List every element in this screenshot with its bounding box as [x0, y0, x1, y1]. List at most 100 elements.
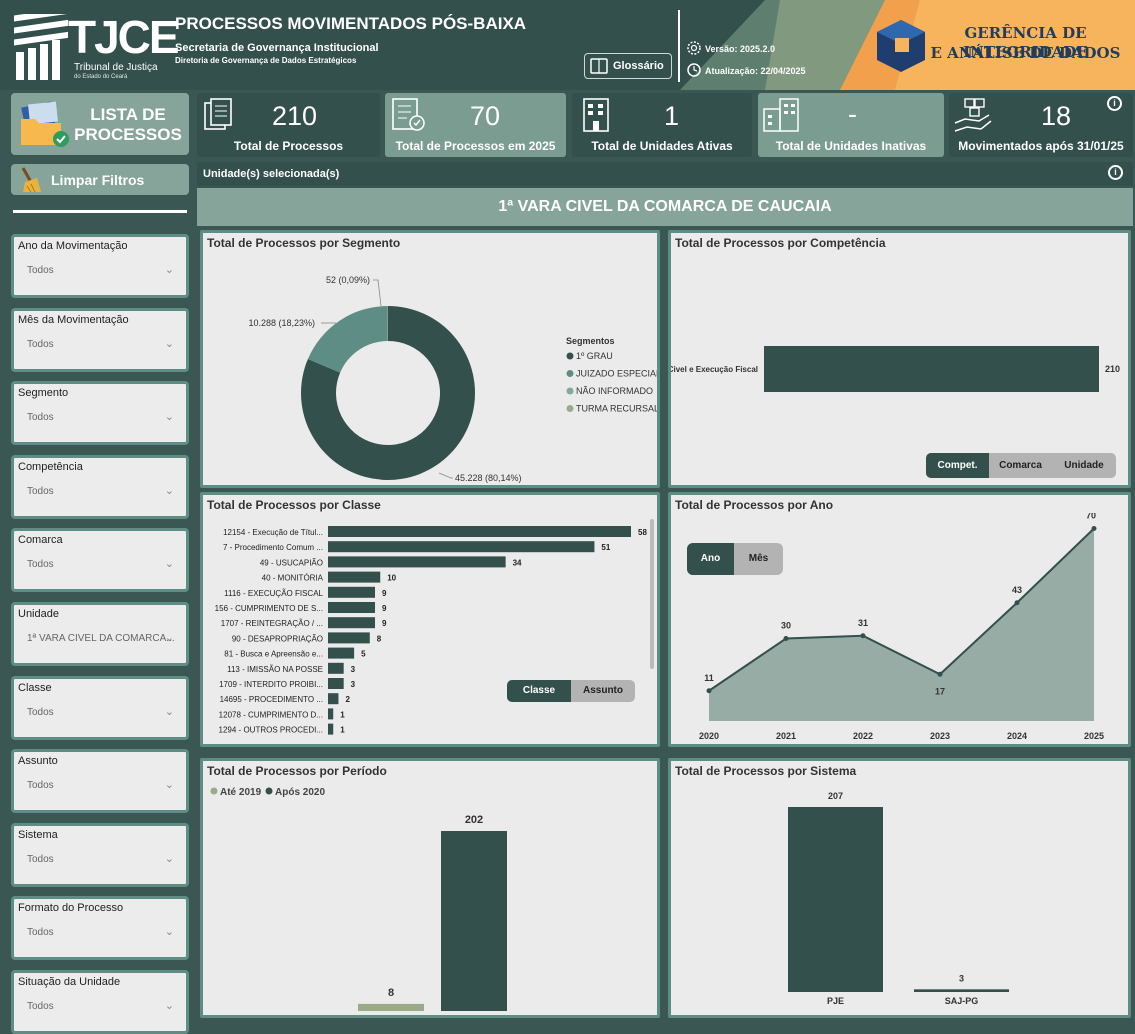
broom-icon: [21, 167, 41, 193]
data-label: 9: [382, 589, 387, 598]
filter-value[interactable]: Todos: [27, 854, 54, 865]
filter-value[interactable]: Todos: [27, 339, 54, 350]
data-label: 51: [601, 543, 610, 552]
toggle-classe[interactable]: Classe: [507, 680, 571, 702]
toggle-comarca[interactable]: Comarca: [989, 453, 1052, 478]
chevron-down-icon[interactable]: ⌄: [165, 484, 174, 497]
filter-dropdown[interactable]: Mês da Movimentação Todos ⌄: [11, 307, 189, 372]
category-label: 90 - DESAPROPRIAÇÃO: [232, 634, 323, 643]
toggle-unidade[interactable]: Unidade: [1052, 453, 1116, 478]
kpi-processos-2025: 70 Total de Processos em 2025: [385, 93, 566, 157]
category-label: 1116 - EXECUÇÃO FISCAL: [224, 589, 323, 598]
kpi-unidades-inativas: - Total de Unidades Inativas: [758, 93, 944, 157]
logo-wordmark: TJCE: [68, 11, 180, 63]
filter-value[interactable]: 1ª VARA CIVEL DA COMARCA...: [27, 633, 175, 644]
buildings-icon: [763, 98, 799, 132]
filter-value[interactable]: Todos: [27, 559, 54, 570]
data-point: [860, 633, 866, 639]
chevron-down-icon[interactable]: ⌄: [165, 999, 174, 1012]
filter-dropdown[interactable]: Competência Todos ⌄: [11, 454, 189, 519]
chevron-down-icon[interactable]: ⌄: [165, 557, 174, 570]
data-label: 10: [387, 574, 396, 583]
filter-dropdown[interactable]: Assunto Todos ⌄: [11, 749, 189, 814]
logo-subtitle-2: do Estado do Ceará: [74, 74, 128, 80]
legend-marker: [566, 352, 574, 360]
chevron-down-icon[interactable]: ⌄: [165, 337, 174, 350]
bar: [328, 602, 376, 613]
chart-segmento-panel: Total de Processos por Segmento 45.228 (…: [200, 230, 660, 488]
tjce-emblem-icon: [14, 14, 68, 80]
chevron-down-icon[interactable]: ⌄: [165, 631, 174, 644]
data-label: 8: [377, 634, 382, 643]
filter-value[interactable]: Todos: [27, 486, 54, 497]
legend-item: Até 2019: [220, 787, 262, 798]
info-icon[interactable]: i: [1107, 96, 1122, 111]
kpi-total-processos: 210 Total de Processos: [197, 93, 380, 157]
data-label: 5: [361, 650, 366, 659]
chart-title: Total de Processos por Classe: [207, 498, 381, 512]
legend-item: 1º GRAU: [576, 351, 613, 361]
filter-dropdown[interactable]: Ano da Movimentação Todos ⌄: [11, 234, 189, 298]
filter-label: Assunto: [18, 755, 58, 768]
x-tick-label: 2021: [776, 731, 796, 741]
filter-dropdown[interactable]: Formato do Processo Todos ⌄: [11, 896, 189, 961]
data-label: 9: [382, 604, 387, 613]
toggle-mes[interactable]: Mês: [734, 543, 783, 575]
data-label: 58: [638, 528, 647, 537]
list-processes-button[interactable]: LISTA DE PROCESSOS: [11, 93, 189, 155]
x-tick-label: SAJ-PG: [945, 996, 979, 1006]
data-label: 52 (0,09%): [326, 275, 370, 285]
chevron-down-icon[interactable]: ⌄: [165, 778, 174, 791]
kpi-label: Total de Processos em 2025: [395, 139, 556, 153]
x-tick-label: 2023: [930, 731, 950, 741]
chevron-down-icon[interactable]: ⌄: [165, 925, 174, 938]
version-label: Versão: 2025.2.0: [705, 44, 776, 54]
data-label: 1: [340, 726, 345, 735]
chart-sistema-panel: Total de Processos por Sistema 207 PJE 3 SA…: [668, 758, 1131, 1018]
legend-marker: [566, 370, 574, 377]
filter-label: Classe: [18, 681, 52, 694]
filter-value[interactable]: Todos: [27, 412, 54, 423]
chevron-down-icon[interactable]: ⌄: [165, 852, 174, 865]
donut-slice: [307, 306, 388, 373]
toggle-ano[interactable]: Ano: [687, 543, 734, 575]
page-subtitle: Secretaria de Governança Institucional: [175, 42, 379, 54]
clear-filters-button[interactable]: Limpar Filtros: [11, 164, 189, 195]
brand-line-2: E ANÁLISE DE DADOS: [930, 44, 1121, 62]
filter-dropdown[interactable]: Comarca Todos ⌄: [11, 528, 189, 593]
legend-marker: [210, 787, 218, 795]
kpi-movimentados-apos: 18 Movimentados após 31/01/25 i: [949, 93, 1133, 157]
chart-periodo-panel: Total de Processos por Período Até 2019 A…: [200, 758, 660, 1018]
filter-value[interactable]: Todos: [27, 1001, 54, 1012]
header-divider: [678, 10, 680, 82]
chart-competencia-panel: Total de Processos por Competência Civel…: [668, 230, 1131, 488]
filter-dropdown[interactable]: Segmento Todos ⌄: [11, 381, 189, 446]
filter-value[interactable]: Todos: [27, 780, 54, 791]
bar: [328, 541, 595, 553]
chevron-down-icon[interactable]: ⌄: [165, 410, 174, 423]
filter-dropdown[interactable]: Situação da Unidade Todos ⌄: [11, 970, 189, 1034]
refresh-icon: [687, 63, 701, 77]
filter-dropdown[interactable]: Classe Todos ⌄: [11, 675, 189, 740]
filter-dropdown[interactable]: Unidade 1ª VARA CIVEL DA COMARCA... ⌄: [11, 602, 189, 666]
scrollbar[interactable]: [650, 519, 654, 669]
header-bar: TJCE Tribunal de Justiça do Estado do Ce…: [0, 0, 1135, 90]
category-label: 40 - MONITÓRIA: [262, 574, 324, 583]
info-icon[interactable]: i: [1108, 165, 1123, 180]
filter-value[interactable]: Todos: [27, 707, 54, 718]
documents-icon: [204, 98, 232, 130]
bar: [328, 678, 344, 689]
toggle-assunto[interactable]: Assunto: [571, 680, 635, 702]
chevron-down-icon[interactable]: ⌄: [165, 263, 174, 276]
chart-title: Total de Processos por Competência: [675, 236, 886, 250]
filter-value[interactable]: Todos: [27, 927, 54, 938]
category-label: 14695 - PROCEDIMENTO ...: [220, 695, 323, 704]
chevron-down-icon[interactable]: ⌄: [165, 705, 174, 718]
filter-dropdown[interactable]: Sistema Todos ⌄: [11, 822, 189, 887]
legend-item: Após 2020: [275, 787, 325, 798]
logo-subtitle: Tribunal de Justiça: [74, 62, 158, 73]
filter-label: Competência: [18, 460, 83, 473]
glossary-button[interactable]: Glossário: [584, 53, 672, 79]
filter-value[interactable]: Todos: [27, 265, 54, 276]
toggle-compet[interactable]: Compet.: [926, 453, 989, 478]
